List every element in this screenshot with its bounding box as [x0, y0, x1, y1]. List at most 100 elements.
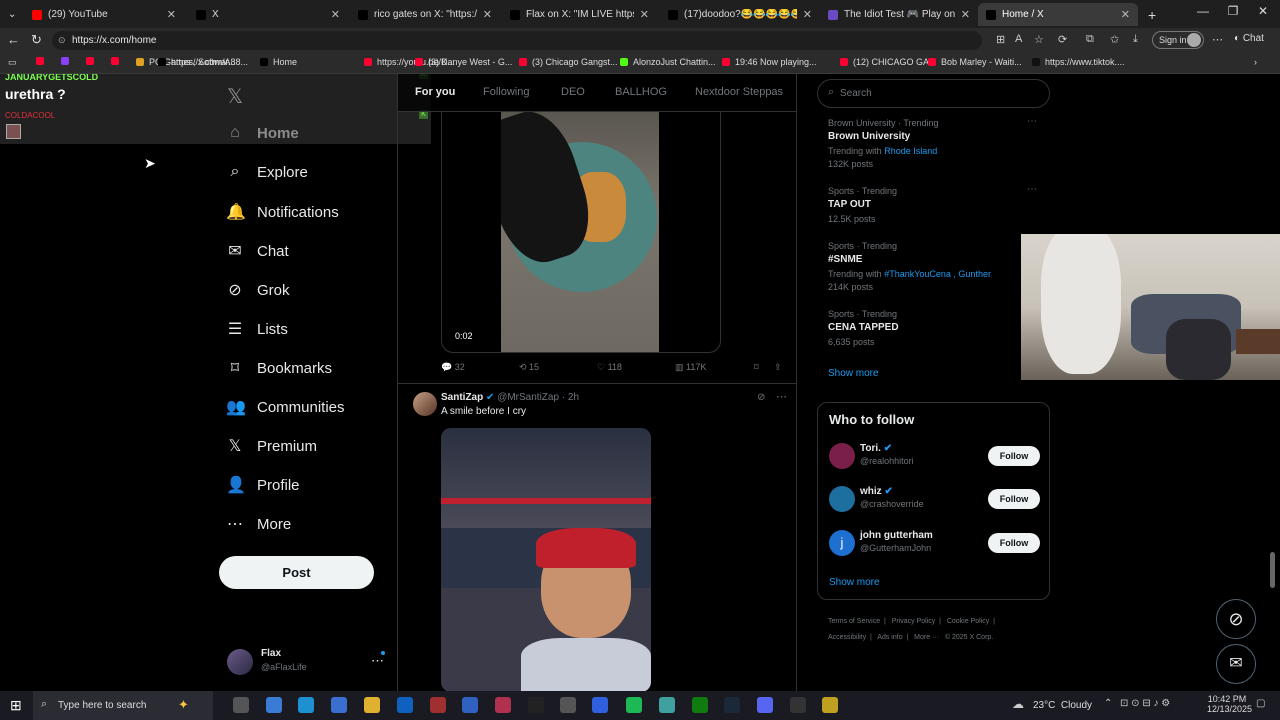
like-button[interactable]: ♡ 118 — [597, 362, 622, 373]
spotify-icon[interactable] — [626, 697, 642, 713]
nav-item-bookmarks[interactable]: ⌑ Bookmarks — [226, 358, 332, 378]
tab-following[interactable]: Following — [483, 86, 529, 98]
tab-nextdoor-steppas[interactable]: Nextdoor Steppas — [695, 86, 783, 98]
bookmark-item[interactable]: 19:46 Now playing... — [722, 57, 817, 67]
new-tab-button[interactable]: + — [1140, 3, 1160, 26]
sign-in-button[interactable]: Sign in — [1152, 31, 1204, 49]
xbox-icon[interactable] — [692, 697, 708, 713]
discord-icon[interactable] — [757, 697, 773, 713]
bookmark-item[interactable]: (3) Chicago Gangst... — [519, 57, 618, 67]
tab-close-icon[interactable]: ✕ — [803, 8, 812, 21]
tab-close-icon[interactable]: ✕ — [640, 8, 649, 21]
file-explorer-icon[interactable] — [364, 697, 380, 713]
clock[interactable]: 10:42 PM 12/13/2025 — [1207, 694, 1252, 714]
repost-button[interactable]: ⟲ 15 — [519, 362, 539, 373]
app-icon[interactable] — [560, 697, 576, 713]
follow-suggestion[interactable]: j john gutterham @GutterhamJohn Follow — [818, 530, 1049, 566]
app-icon[interactable] — [495, 697, 511, 713]
search-input[interactable]: ⌕ Search — [817, 79, 1050, 108]
nav-item-notifications[interactable]: 🔔 Notifications — [226, 202, 339, 222]
favorites-icon[interactable]: ✩ — [1110, 33, 1119, 46]
post-avatar[interactable] — [413, 392, 437, 416]
extensions-icon[interactable]: ⟳ — [1058, 33, 1067, 46]
tab-ballhog[interactable]: BALLHOG — [615, 86, 667, 98]
app-icon[interactable] — [790, 697, 806, 713]
read-aloud-icon[interactable]: A — [1015, 33, 1022, 45]
show-more-trends-link[interactable]: Show more — [828, 368, 879, 379]
account-switcher[interactable]: Flax @aFlaxLife ⋯ — [227, 647, 397, 683]
app-icon[interactable] — [462, 697, 478, 713]
trend-more-icon[interactable]: ⋯ — [1027, 116, 1037, 127]
browser-tab[interactable]: (29) YouTube ✕ — [24, 3, 184, 26]
account-more-icon[interactable]: ⋯ — [371, 653, 384, 669]
tab-deo[interactable]: DEO — [561, 86, 585, 98]
app-icon[interactable] — [592, 697, 608, 713]
privacy-link[interactable]: Privacy Policy — [892, 618, 936, 625]
follow-button[interactable]: Follow — [988, 489, 1040, 509]
accessibility-link[interactable]: Accessibility — [828, 634, 866, 641]
trend-item[interactable]: Sports · Trending CENA TAPPED 6,635 posts — [817, 309, 1050, 369]
post-more-icon[interactable]: ⋯ — [776, 390, 787, 403]
weather-text[interactable]: 23°C Cloudy — [1033, 700, 1092, 711]
task-view-icon[interactable] — [233, 697, 249, 713]
browser-tab[interactable]: rico gates on X: "https://t.co/wQ ✕ — [350, 3, 500, 26]
bookmark-item[interactable] — [86, 57, 99, 65]
show-more-follow-link[interactable]: Show more — [829, 577, 880, 588]
bookmark-item[interactable]: Bob Marley - Waiti... — [928, 57, 1022, 67]
follow-button[interactable]: Follow — [988, 446, 1040, 466]
bookmark-item[interactable]: https://x.com/A88... — [158, 57, 248, 67]
notification-center-icon[interactable]: ▢ — [1256, 698, 1265, 709]
minimize-button[interactable]: — — [1188, 4, 1218, 18]
nav-item-premium[interactable]: 𝕏 Premium — [226, 436, 317, 456]
trend-context-link[interactable]: Rhode Island — [884, 146, 937, 156]
app-icon[interactable]: ⊞ — [996, 33, 1005, 46]
copilot-chat-button[interactable]: ◐ Chat — [1234, 33, 1264, 44]
trend-item[interactable]: Sports · Trending TAP OUT 12.5K posts ⋯ — [817, 184, 1050, 246]
follow-suggestion[interactable]: Tori. ✔ @realohhitori Follow — [818, 443, 1049, 479]
app-icon[interactable] — [430, 697, 446, 713]
follow-suggestion[interactable]: whiz ✔ @crashoverride Follow — [818, 486, 1049, 522]
terms-link[interactable]: Terms of Service — [828, 618, 880, 625]
tray-icons[interactable]: ⊡ ⊙ ⊟ ♪ ⚙ — [1120, 698, 1170, 709]
outlook-icon[interactable] — [397, 697, 413, 713]
tab-for-you[interactable]: For you — [415, 86, 455, 98]
tab-close-icon[interactable]: ✕ — [331, 8, 340, 21]
follow-button[interactable]: Follow — [988, 533, 1040, 553]
ads-info-link[interactable]: Ads info — [877, 634, 902, 641]
download-icon[interactable]: ⤓ — [1133, 33, 1138, 46]
app-icon[interactable] — [822, 697, 838, 713]
tab-list-button[interactable]: ⌄ — [0, 3, 24, 26]
site-info-icon[interactable]: ⊙ — [58, 31, 66, 50]
tab-close-icon[interactable]: ✕ — [483, 8, 492, 21]
more-menu-icon[interactable]: ⋯ — [1212, 33, 1223, 46]
bookmark-item[interactable]: AlonzoJust Chattin... — [620, 57, 716, 67]
nav-item-explore[interactable]: ⌕ Explore — [226, 163, 308, 181]
nav-item-profile[interactable]: 👤 Profile — [226, 475, 300, 495]
back-icon[interactable]: ← — [7, 32, 20, 47]
post-video[interactable]: 0:02 — [441, 112, 721, 353]
page-scrollbar[interactable] — [1270, 552, 1275, 588]
messages-float-button[interactable]: ✉ — [1216, 644, 1256, 684]
post-button[interactable]: Post — [219, 556, 374, 589]
bookmark-item[interactable]: (3) Kanye West - G... — [415, 57, 512, 67]
windows-start-icon[interactable]: ⊞ — [10, 697, 22, 714]
bookmark-item[interactable]: Home — [260, 57, 297, 67]
bookmark-item[interactable] — [36, 57, 49, 65]
favorite-star-icon[interactable]: ☆ — [1034, 33, 1044, 46]
url-field[interactable]: ⊙ https://x.com/home — [52, 31, 982, 50]
taskbar-search[interactable]: ⌕ Type here to search ✦ — [33, 691, 213, 720]
reply-button[interactable]: 💬 32 — [441, 362, 465, 373]
bookmark-item[interactable] — [111, 57, 124, 65]
bookmark-item[interactable]: (12) CHICAGO GA... — [840, 57, 937, 67]
trend-more-icon[interactable]: ⋯ — [1027, 184, 1037, 195]
steam-icon[interactable] — [724, 697, 740, 713]
app-icon[interactable] — [528, 697, 544, 713]
trend-item[interactable]: Sports · Trending #SNME Trending with #Tha… — [817, 241, 1050, 301]
bookmarks-overflow-icon[interactable]: › — [1254, 57, 1257, 67]
trend-item[interactable]: Brown University · Trending Brown Univers… — [817, 116, 1050, 178]
maximize-button[interactable]: ❐ — [1218, 4, 1248, 18]
browser-tab[interactable]: The Idiot Test 🎮 Play on CrazyGa ✕ — [820, 3, 978, 26]
bookmark-icon[interactable]: ⌑ — [754, 362, 759, 373]
trend-context-link[interactable]: #ThankYouCena , Gunther — [884, 269, 991, 279]
bookmark-item[interactable] — [61, 57, 74, 65]
